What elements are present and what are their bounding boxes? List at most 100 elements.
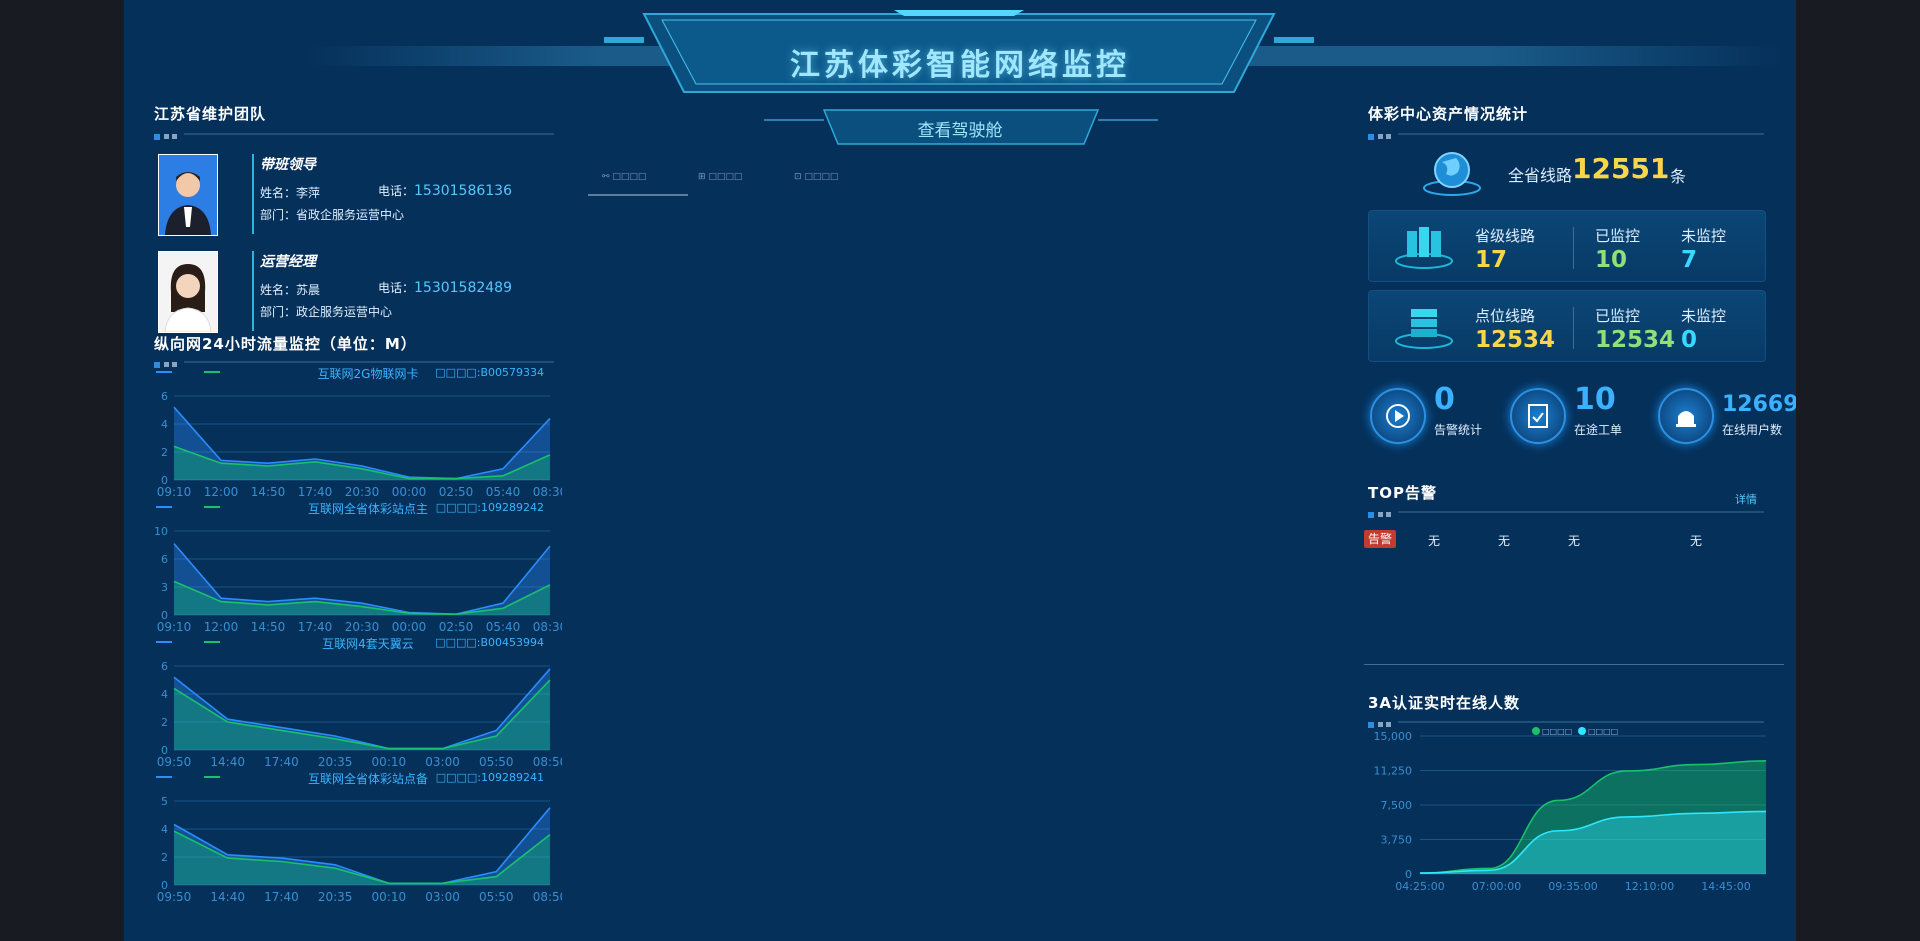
legend-swatch [1578,727,1586,735]
x-tick-label: 05:40 [486,620,521,634]
dashboard-screen: 江苏体彩智能网络监控 查看驾驶舱 江苏省维护团队 带班领导 姓名：李萍 电话：1… [124,0,1796,941]
x-tick-label: 12:00 [204,485,239,499]
leader-phone-row: 电话：15301586136 [378,182,512,199]
chart-code: □□□□:109289241 [436,771,544,784]
x-tick-label: 20:35 [318,755,353,769]
x-tick-label: 14:50 [251,485,286,499]
tab-grid-label: □□□□ [708,172,743,182]
leader-photo [158,154,218,236]
title-box: 江苏体彩智能网络监控 [644,14,1276,94]
tab-chart[interactable]: ⊡ □□□□ [794,172,838,182]
x-tick-label: 07:00:00 [1472,880,1521,893]
tab-grid[interactable]: ⊞ □□□□ [698,172,742,182]
y-tick-label: 4 [161,688,168,701]
page-title: 江苏体彩智能网络监控 [790,48,1130,83]
x-tick-label: 03:00 [425,755,460,769]
x-tick-label: 14:45:00 [1701,880,1750,893]
total-lines-unit: 条 [1670,167,1687,186]
x-tick-label: 12:00 [204,620,239,634]
globe-icon [1423,152,1481,196]
y-tick-label: 3,750 [1381,834,1413,847]
manager-role: 运营经理 [260,254,316,270]
x-tick-label: 09:50 [157,755,192,769]
alarm-value: 无 [1568,534,1581,548]
x-tick-label: 00:00 [392,620,427,634]
topology-icon: ⚯ [602,172,610,182]
point-lines-card: 点位线路 12534 已监控 12534 未监控 0 [1368,290,1766,362]
traffic-title: 纵向网24小时流量监控（单位：M） [154,335,417,353]
chart-icon: ⊡ [794,172,802,182]
chart-code: □□□□:B00453994 [435,636,544,649]
online-users-stat-icon [1658,388,1714,444]
online-users-stat-label: 在线用户数 [1722,423,1783,437]
provincial-unmonitored-label: 未监控 [1681,227,1727,245]
x-tick-label: 09:35:00 [1548,880,1597,893]
point-label: 点位线路 [1475,307,1536,325]
point-monitored-label: 已监控 [1595,307,1641,325]
alarm-badge: 告警 [1364,530,1396,548]
x-tick-label: 03:00 [425,890,460,904]
assets-title-underline [1368,133,1764,140]
x-tick-label: 12:10:00 [1625,880,1674,893]
x-tick-label: 20:35 [318,890,353,904]
top-alarm-underline [1368,511,1764,518]
chart-code: □□□□:109289242 [436,501,544,514]
divider [1573,307,1574,349]
provincial-monitored-label: 已监控 [1595,227,1641,245]
leader-name: 李萍 [296,186,321,200]
x-tick-label: 17:40 [264,755,299,769]
x-tick-label: 00:10 [372,890,407,904]
y-tick-label: 15,000 [1374,730,1413,743]
manager-phone-row: 电话：15301582489 [378,279,512,296]
online-users-stat-value: 12669 [1722,392,1796,417]
dept-label: 部门： [260,305,297,319]
avatar [159,252,217,332]
total-lines-label: 全省线路 [1508,166,1573,185]
alarm-value: 无 [1498,534,1511,548]
divider [1364,664,1784,665]
legend-label: □□□□ [1588,727,1618,736]
chart-name: 互联网4套天翼云 [322,637,414,651]
manager-name-row: 姓名：苏晨 [260,281,320,298]
x-tick-label: 14:50 [251,620,286,634]
total-lines-value: 12551 [1572,152,1670,185]
alarm-stat-icon [1370,388,1426,444]
series-area [174,680,550,750]
auth-chart: □□□□ □□□□15,00011,2507,5003,750004:25:00 0… [1374,727,1767,893]
x-tick-label: 17:40 [264,890,299,904]
workorder-stat-label: 在途工单 [1574,423,1623,437]
top-alarm-title: TOP告警 [1368,484,1437,502]
assets-title: 体彩中心资产情况统计 [1368,105,1529,123]
alarm-stat-label: 告警统计 [1434,423,1483,437]
tab-topology[interactable]: ⚯ □□□□ [602,172,646,182]
y-tick-label: 11,250 [1374,765,1413,778]
y-tick-label: 7,500 [1381,799,1413,812]
team-title: 江苏省维护团队 [154,105,267,123]
x-tick-label: 17:40 [298,485,333,499]
point-value: 12534 [1475,327,1556,353]
chart-name: 互联网全省体彩站点备 [308,771,428,786]
chart-name: 互联网2G物联网卡 [318,367,419,381]
manager-photo [158,251,218,333]
provincial-value: 17 [1475,247,1508,273]
manager-dept: 政企服务运营中心 [296,305,393,319]
server-rack-icon [1395,309,1453,349]
alarm-value: 无 [1428,534,1441,548]
x-tick-label: 17:40 [298,620,333,634]
x-tick-label: 02:50 [439,620,474,634]
provincial-label: 省级线路 [1475,227,1536,245]
avatar [159,155,217,235]
cockpit-button-label[interactable]: 查看驾驶舱 [824,116,1096,141]
x-tick-label: 05:50 [479,890,514,904]
x-tick-label: 09:10 [157,485,192,499]
x-tick-label: 00:00 [392,485,427,499]
team-title-underline [154,133,554,140]
alarm-value: 无 [1690,534,1703,548]
manager-name: 苏晨 [296,283,321,297]
name-label: 姓名： [260,186,297,200]
manager-dept-row: 部门：政企服务运营中心 [260,303,392,320]
cockpit-button[interactable]: 查看驾驶舱 [824,110,1096,150]
phone-label: 电话： [378,281,415,295]
point-unmonitored-value: 0 [1681,327,1698,353]
x-tick-label: 09:50 [157,890,192,904]
